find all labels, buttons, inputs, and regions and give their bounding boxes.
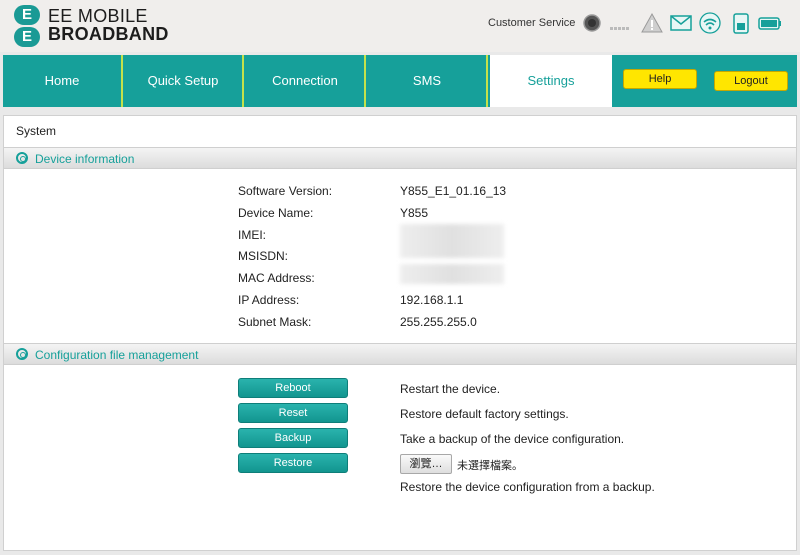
header: E E EE MOBILE BROADBAND Customer Service — [0, 0, 800, 52]
tab-home[interactable]: Home — [3, 55, 123, 107]
redacted-value — [400, 224, 504, 258]
ee-logo-mark: E E — [14, 5, 40, 47]
device-information-header[interactable]: Device information — [4, 147, 796, 169]
action-description: Restart the device. — [400, 382, 501, 396]
logo-mark-top: E — [14, 5, 40, 25]
no-file-selected-text: 未選擇檔案。 — [457, 460, 523, 472]
action-description: Take a backup of the device configuratio… — [400, 432, 625, 446]
redacted-value — [400, 264, 504, 284]
help-button[interactable]: Help — [623, 69, 697, 89]
info-label: IP Address: — [238, 293, 300, 307]
main-nav: Home Quick Setup Connection SMS Settings… — [3, 55, 797, 107]
section-toggle-icon — [16, 152, 28, 164]
tab-quick-setup[interactable]: Quick Setup — [124, 55, 244, 107]
info-label: MAC Address: — [238, 271, 315, 285]
logout-button[interactable]: Logout — [714, 71, 788, 91]
info-label: MSISDN: — [238, 249, 289, 263]
logo-text: EE MOBILE BROADBAND — [48, 7, 169, 43]
section-title: Device information — [35, 152, 135, 166]
browse-file-button[interactable]: 瀏覽… — [400, 454, 452, 474]
sim-icon — [733, 13, 749, 34]
info-value: Y855 — [400, 206, 429, 220]
restore-button[interactable]: Restore — [238, 453, 348, 473]
settings-panel: System Device information Software Versi… — [3, 115, 797, 551]
logo-line-1: EE MOBILE — [48, 6, 148, 26]
power-icon[interactable] — [582, 12, 602, 34]
logo-mark-bottom: E — [14, 27, 40, 47]
battery-icon — [758, 17, 781, 30]
mail-icon[interactable] — [670, 12, 692, 34]
backup-button[interactable]: Backup — [238, 428, 348, 448]
warning-icon[interactable] — [641, 12, 663, 34]
reboot-button[interactable]: Reboot — [238, 378, 348, 398]
info-label: Device Name: — [238, 206, 314, 220]
info-value: Y855_E1_01.16_13 — [400, 184, 507, 198]
logo-line-2: BROADBAND — [48, 24, 169, 44]
tab-settings[interactable]: Settings — [490, 55, 612, 107]
wifi-icon[interactable] — [699, 12, 721, 34]
signal-icon — [610, 27, 629, 30]
tab-connection[interactable]: Connection — [246, 55, 366, 107]
info-label: IMEI: — [238, 228, 267, 242]
page-title: System — [16, 124, 57, 138]
info-label: Subnet Mask: — [238, 315, 312, 329]
customer-service-link[interactable]: Customer Service — [488, 17, 575, 29]
info-label: Software Version: — [238, 184, 333, 198]
info-value: 255.255.255.0 — [400, 315, 477, 329]
info-value: 192.168.1.1 — [400, 293, 464, 307]
configuration-file-header[interactable]: Configuration file management — [4, 343, 796, 365]
section-title: Configuration file management — [35, 348, 199, 362]
action-description: Restore the device configuration from a … — [400, 480, 655, 494]
reset-button[interactable]: Reset — [238, 403, 348, 423]
section-toggle-icon — [16, 348, 28, 360]
tab-sms[interactable]: SMS — [368, 55, 488, 107]
action-description: Restore default factory settings. — [400, 407, 569, 421]
